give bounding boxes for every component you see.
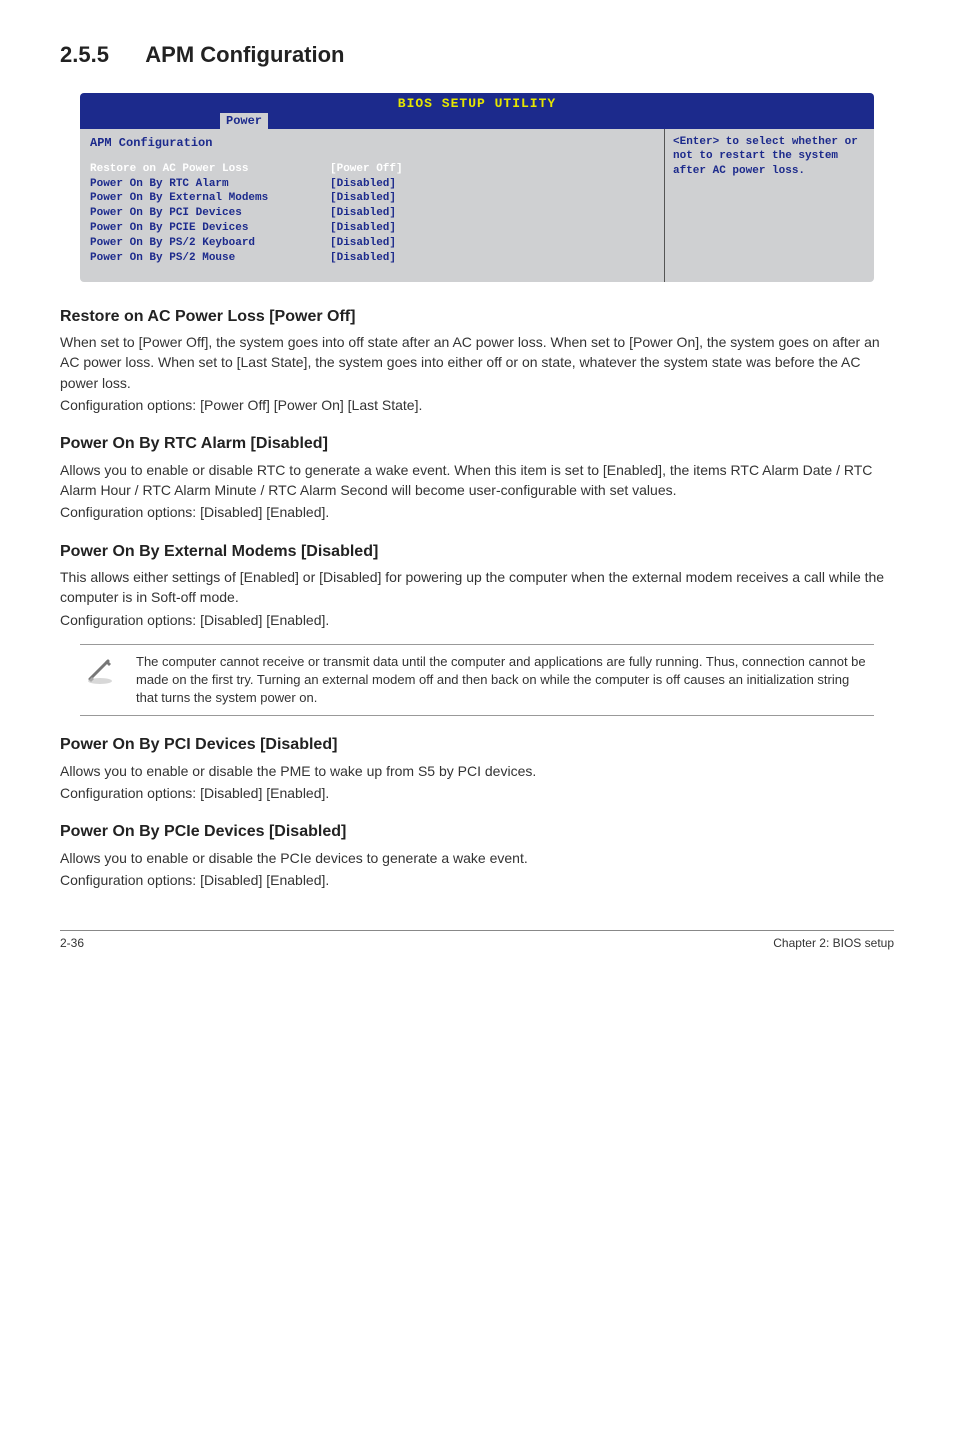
text-pci-1: Allows you to enable or disable the PME … [60,761,894,781]
footer-page-number: 2-36 [60,935,84,952]
bios-setting-value: [Disabled] [330,221,396,236]
note-icon [80,653,120,708]
bios-setting-value: [Power Off] [330,162,403,177]
bios-setting-label: Power On By PS/2 Keyboard [90,236,330,251]
bios-setting-value: [Disabled] [330,177,396,192]
bios-setting-row[interactable]: Power On By PS/2 Keyboard[Disabled] [90,236,654,251]
bios-setting-label: Power On By PCI Devices [90,206,330,221]
bios-panel: BIOS SETUP UTILITY Power APM Configurati… [80,93,874,282]
bios-setting-row[interactable]: Power On By PCI Devices[Disabled] [90,206,654,221]
bios-setting-label: Restore on AC Power Loss [90,162,330,177]
heading-pci-devices: Power On By PCI Devices [Disabled] [60,734,894,756]
text-restore-ac-2: Configuration options: [Power Off] [Powe… [60,395,894,415]
bios-setting-value: [Disabled] [330,236,396,251]
section-title-text: APM Configuration [145,42,344,67]
text-pcie-1: Allows you to enable or disable the PCIe… [60,848,894,868]
note-text: The computer cannot receive or transmit … [136,653,874,708]
heading-external-modems: Power On By External Modems [Disabled] [60,541,894,563]
page-footer: 2-36 Chapter 2: BIOS setup [60,930,894,952]
text-pcie-2: Configuration options: [Disabled] [Enabl… [60,870,894,890]
bios-help-panel: <Enter> to select whether or not to rest… [664,129,874,282]
heading-rtc-alarm: Power On By RTC Alarm [Disabled] [60,433,894,455]
bios-body: APM Configuration Restore on AC Power Lo… [80,129,874,282]
text-rtc-1: Allows you to enable or disable RTC to g… [60,460,894,501]
section-number: 2.5.5 [60,40,140,71]
note-box: The computer cannot receive or transmit … [80,644,874,717]
bios-setting-value: [Disabled] [330,191,396,206]
bios-setting-label: Power On By PS/2 Mouse [90,251,330,266]
bios-tab-row: Power [80,113,874,129]
text-modems-1: This allows either settings of [Enabled]… [60,567,894,608]
footer-chapter: Chapter 2: BIOS setup [773,935,894,952]
bios-left-panel: APM Configuration Restore on AC Power Lo… [80,129,664,282]
bios-setting-row[interactable]: Power On By PS/2 Mouse[Disabled] [90,251,654,266]
bios-setting-label: Power On By RTC Alarm [90,177,330,192]
text-rtc-2: Configuration options: [Disabled] [Enabl… [60,502,894,522]
bios-tab-power[interactable]: Power [220,113,268,129]
bios-setting-row[interactable]: Power On By PCIE Devices[Disabled] [90,221,654,236]
bios-setting-row[interactable]: Power On By RTC Alarm[Disabled] [90,177,654,192]
text-modems-2: Configuration options: [Disabled] [Enabl… [60,610,894,630]
bios-panel-heading: APM Configuration [90,135,654,152]
bios-setting-row[interactable]: Restore on AC Power Loss[Power Off] [90,162,654,177]
bios-setting-label: Power On By PCIE Devices [90,221,330,236]
bios-setting-value: [Disabled] [330,206,396,221]
bios-title-bar: BIOS SETUP UTILITY [80,93,874,113]
page-title: 2.5.5 APM Configuration [60,40,894,71]
bios-setting-row[interactable]: Power On By External Modems[Disabled] [90,191,654,206]
heading-pcie-devices: Power On By PCIe Devices [Disabled] [60,821,894,843]
text-pci-2: Configuration options: [Disabled] [Enabl… [60,783,894,803]
text-restore-ac-1: When set to [Power Off], the system goes… [60,332,894,393]
bios-setting-label: Power On By External Modems [90,191,330,206]
heading-restore-ac: Restore on AC Power Loss [Power Off] [60,306,894,328]
bios-setting-value: [Disabled] [330,251,396,266]
